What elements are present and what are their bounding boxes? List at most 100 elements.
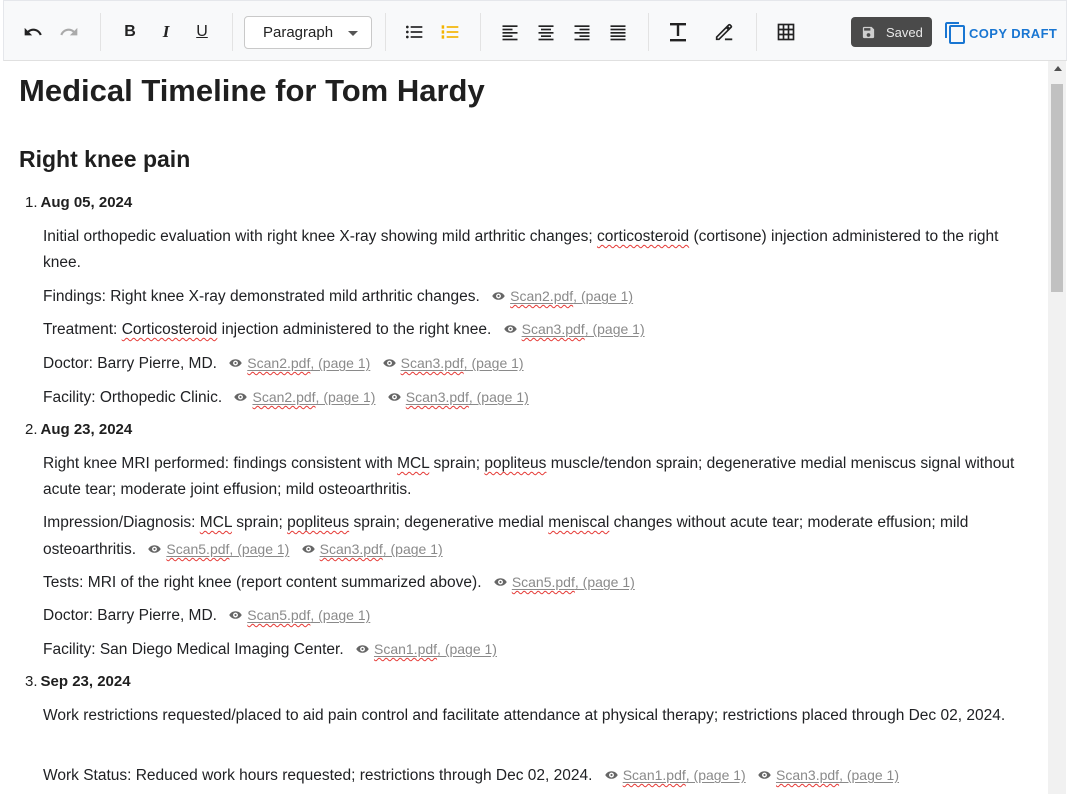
eye-icon [301,545,315,553]
underline-button[interactable]: U [187,17,217,47]
entry-summary: Initial orthopedic evaluation with right… [43,228,999,271]
eye-icon [382,359,396,367]
bullet-list-button[interactable] [399,17,429,47]
eye-icon [758,771,771,779]
entry-date-text: Sep 23, 2024 [40,673,131,690]
source-reference-link[interactable]: Scan5.pdf, (page 1) [494,569,635,595]
source-reference-link[interactable]: Scan5.pdf, (page 1) [148,536,289,562]
paragraph-select-value: Paragraph [263,24,334,41]
misspelled-word[interactable]: meniscal [548,514,609,531]
source-reference-link[interactable]: Scan3.pdf, (page 1) [301,536,443,562]
entry-summary: Work restrictions requested/placed to ai… [43,707,1006,724]
numbered-list-button[interactable] [435,17,465,47]
source-reference-link[interactable]: Scan1.pdf, (page 1) [604,762,746,788]
source-reference-link[interactable]: Scan2.pdf, (page 1) [234,384,375,410]
align-right-button[interactable] [567,17,597,47]
timeline-entry-date: 3. Sep 23, 2024 [25,673,131,690]
misspelled-word[interactable]: Corticosteroid [122,321,218,338]
eye-icon [388,393,401,401]
italic-button[interactable]: I [151,17,181,47]
entry-impression: Impression/Diagnosis: MCL sprain; poplit… [43,510,1023,563]
copy-icon [945,22,965,44]
bold-icon: B [124,23,136,40]
entry-tests: Tests: MRI of the right knee (report con… [43,569,1023,596]
source-reference-link[interactable]: Scan5.pdf, (page 1) [229,602,370,628]
align-left-icon [502,25,518,41]
toolbar-divider [385,13,386,51]
eye-icon [604,771,618,779]
align-justify-button[interactable] [603,17,633,47]
bold-button[interactable]: B [115,17,145,47]
source-reference-link[interactable]: Scan1.pdf, (page 1) [356,636,497,662]
entry-treatment: Treatment: Corticosteroid injection admi… [43,316,1023,343]
document-editor[interactable]: Medical Timeline for Tom Hardy Right kne… [3,61,1048,794]
source-reference-link[interactable]: Scan2.pdf, (page 1) [229,350,370,376]
scroll-up-arrow-icon[interactable] [1054,66,1062,71]
toolbar-divider [756,13,757,51]
highlight-pen-icon [715,23,733,41]
section-heading: Right knee pain [19,146,191,172]
save-icon [862,26,875,38]
redo-icon [60,27,78,36]
toolbar-divider [480,13,481,51]
source-reference-link[interactable]: Scan3.pdf, (page 1) [382,350,524,376]
eye-icon [492,292,505,300]
eye-icon [503,325,517,333]
source-reference-link[interactable]: Scan3.pdf, (page 1) [388,384,529,410]
align-right-icon [574,25,590,41]
redo-button[interactable] [54,17,84,47]
highlight-button[interactable] [709,17,739,47]
toolbar-divider [232,13,233,51]
italic-icon: I [162,22,170,41]
misspelled-word[interactable]: popliteus [287,514,349,531]
entry-date-text: Aug 05, 2024 [40,194,133,211]
editor-toolbar: B I U Paragraph Saved COPY DRAFT [3,0,1067,61]
chevron-down-icon [348,31,358,36]
underline-icon: U [196,23,208,40]
entry-work-status: Work Status: Reduced work hours requeste… [43,762,1023,789]
text-color-icon [670,23,686,42]
copy-draft-label: COPY DRAFT [969,25,1058,41]
misspelled-word[interactable]: MCL [200,514,232,531]
scrollbar-thumb[interactable] [1051,84,1063,292]
undo-button[interactable] [18,17,48,47]
list-number: 3. [25,673,38,690]
align-center-button[interactable] [531,17,561,47]
align-left-button[interactable] [495,17,525,47]
entry-summary: Right knee MRI performed: findings consi… [43,455,1015,498]
align-center-icon [538,25,554,41]
misspelled-word[interactable]: corticosteroid [597,228,689,245]
entry-facility: Facility: San Diego Medical Imaging Cent… [43,636,1023,663]
list-number: 2. [25,421,38,438]
vertical-scrollbar[interactable] [1048,61,1066,794]
copy-draft-button[interactable]: COPY DRAFT [944,19,1057,47]
list-number: 1. [25,194,38,211]
undo-icon [24,27,42,36]
align-justify-icon [610,25,626,41]
entry-date-text: Aug 23, 2024 [40,421,133,438]
eye-icon [494,578,507,586]
table-icon [777,23,795,41]
entry-doctor: Doctor: Barry Pierre, MD. Scan2.pdf, (pa… [43,350,1023,377]
misspelled-word[interactable]: MCL [397,455,429,472]
numbered-list-icon [441,25,459,39]
document-title: Medical Timeline for Tom Hardy [19,73,485,108]
eye-icon [234,393,248,401]
paragraph-style-select[interactable]: Paragraph [244,16,372,49]
toolbar-divider [100,13,101,51]
timeline-entry-date: 1. Aug 05, 2024 [25,194,132,211]
bullet-list-icon [406,25,423,39]
saved-status-button[interactable]: Saved [851,17,932,47]
entry-doctor: Doctor: Barry Pierre, MD. Scan5.pdf, (pa… [43,602,1023,629]
saved-label: Saved [886,24,923,40]
source-reference-link[interactable]: Scan3.pdf, (page 1) [758,762,899,788]
misspelled-word[interactable]: popliteus [484,455,546,472]
source-reference-link[interactable]: Scan2.pdf, (page 1) [492,283,633,309]
eye-icon [148,545,162,553]
insert-table-button[interactable] [771,17,801,47]
source-reference-link[interactable]: Scan3.pdf, (page 1) [503,316,645,342]
timeline-entry-date: 2. Aug 23, 2024 [25,421,132,438]
entry-findings: Findings: Right knee X-ray demonstrated … [43,283,1023,310]
text-color-button[interactable] [663,17,693,47]
eye-icon [356,645,369,653]
